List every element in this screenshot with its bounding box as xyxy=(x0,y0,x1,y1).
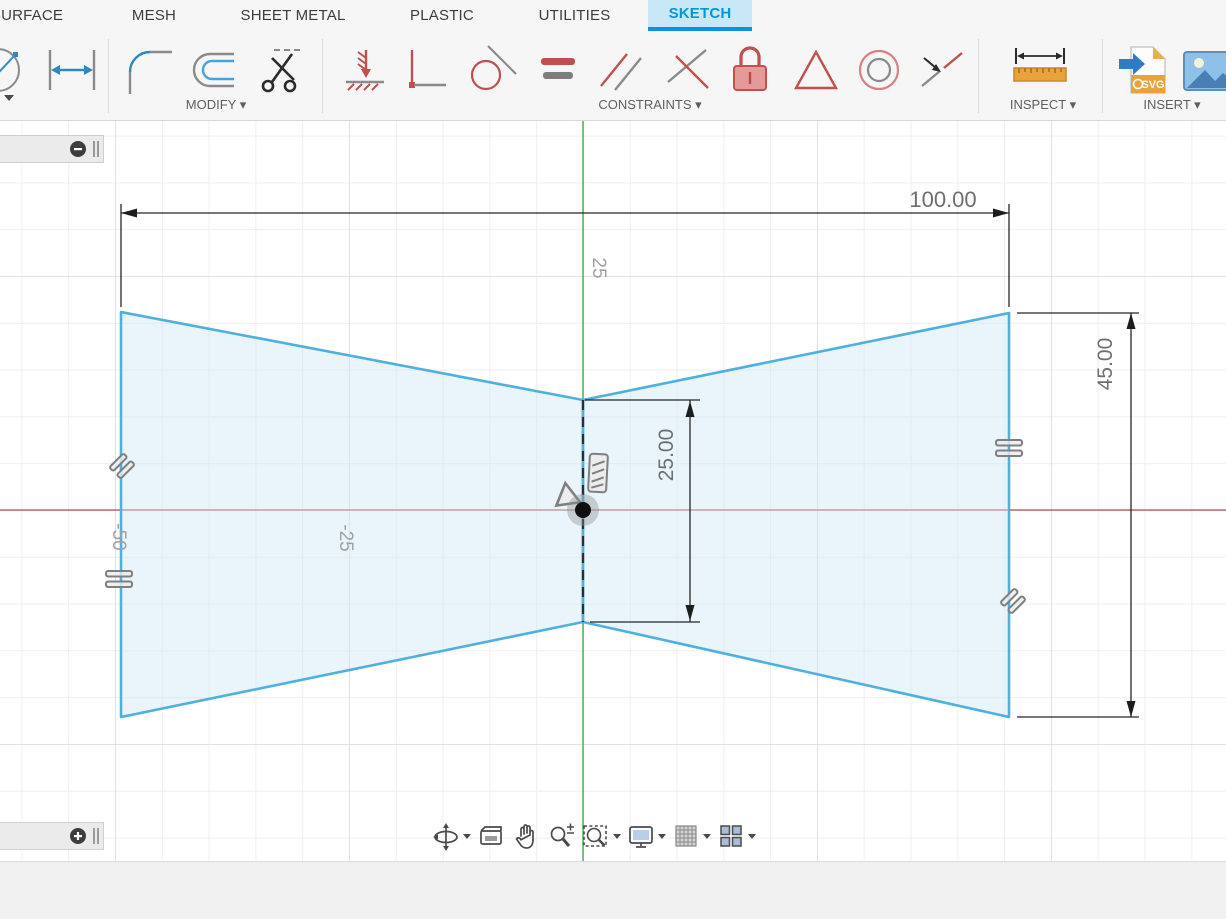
concentric-button[interactable] xyxy=(851,41,907,99)
sketch-profile[interactable] xyxy=(121,312,1009,717)
chevron-down-icon[interactable] xyxy=(613,834,621,839)
fillet-button[interactable] xyxy=(122,41,176,99)
viewports-button[interactable] xyxy=(715,820,757,852)
zoom-button[interactable] xyxy=(545,820,577,852)
perpendicular-icon xyxy=(658,44,716,96)
orbit-button[interactable] xyxy=(430,820,472,852)
coincident-icon xyxy=(340,44,390,96)
arrowhead xyxy=(121,209,137,218)
display-settings-icon xyxy=(626,821,656,851)
equal-button[interactable] xyxy=(533,41,583,99)
trim-button[interactable] xyxy=(252,41,308,99)
constraint-badge-collinear[interactable] xyxy=(588,454,608,493)
orbit-icon xyxy=(431,821,461,851)
bottom-panel-handle[interactable] xyxy=(0,822,104,850)
drag-handle[interactable] xyxy=(93,828,99,844)
circle-tool-icon xyxy=(0,44,38,96)
navigation-bar xyxy=(430,820,757,852)
offset-button[interactable] xyxy=(186,41,242,99)
sketch-dimension-icon xyxy=(44,44,100,96)
chevron-down-icon[interactable] xyxy=(748,834,756,839)
coincident-button[interactable] xyxy=(340,41,390,99)
dimension-label-waist[interactable]: 25.00 xyxy=(655,410,679,500)
dimension-height[interactable] xyxy=(1017,313,1139,717)
grid-label-xneg50: -50 xyxy=(107,512,129,562)
zoom-window-icon xyxy=(581,821,611,851)
measure-icon xyxy=(1008,44,1072,96)
drag-handle[interactable] xyxy=(93,141,99,157)
svg-text:SVG: SVG xyxy=(1141,79,1164,91)
tangent-button[interactable] xyxy=(462,41,520,99)
expand-icon[interactable] xyxy=(69,827,87,845)
tab-mesh[interactable]: MESH xyxy=(128,0,180,31)
ribbon: SURFACE MESH SHEET METAL PLASTIC UTILITI… xyxy=(0,0,1226,121)
insert-image-icon xyxy=(1183,44,1226,96)
circle-tool-button[interactable] xyxy=(0,41,38,99)
tab-surface[interactable]: SURFACE xyxy=(0,0,66,31)
profile-right[interactable] xyxy=(583,313,1009,717)
tab-sketch[interactable]: SKETCH xyxy=(648,0,752,31)
symmetry-button[interactable] xyxy=(916,41,968,99)
arrowhead xyxy=(1127,313,1136,329)
chevron-down-icon[interactable] xyxy=(703,834,711,839)
collapse-icon[interactable] xyxy=(69,140,87,158)
tab-utilities[interactable]: UTILITIES xyxy=(537,0,612,31)
grid-icon xyxy=(671,821,701,851)
look-at-icon xyxy=(476,821,506,851)
midpoint-button[interactable] xyxy=(788,41,844,99)
offset-icon xyxy=(186,44,242,96)
parallel-button[interactable] xyxy=(593,41,649,99)
insert-svg-button[interactable]: SVG xyxy=(1117,41,1171,99)
horizontal-vertical-button[interactable] xyxy=(398,41,450,99)
sketch-overlay xyxy=(0,0,1226,919)
origin-point[interactable] xyxy=(567,494,599,526)
grid-settings-button[interactable] xyxy=(670,820,712,852)
fusion-sketch-window: 100.00 45.00 25.00 25 -25 -50 xyxy=(0,0,1226,919)
dimension-label-width[interactable]: 100.00 xyxy=(897,187,989,213)
pan-icon xyxy=(511,821,541,851)
pan-button[interactable] xyxy=(510,820,542,852)
grid-label-xneg25: -25 xyxy=(334,513,356,563)
display-settings-button[interactable] xyxy=(625,820,667,852)
zoom-window-button[interactable] xyxy=(580,820,622,852)
insert-image-button[interactable] xyxy=(1183,41,1226,99)
concentric-icon xyxy=(851,44,907,96)
measure-button[interactable] xyxy=(1008,41,1072,99)
dimension-label-height[interactable]: 45.00 xyxy=(1094,319,1118,409)
inspect-group-label[interactable]: INSPECT ▾ xyxy=(1003,97,1083,113)
fix-lock-icon xyxy=(723,42,777,98)
constraints-group-label[interactable]: CONSTRAINTS ▾ xyxy=(585,97,715,113)
toolbar: MODIFY ▾ xyxy=(0,31,1226,121)
perpendicular-button[interactable] xyxy=(658,41,716,99)
zoom-icon xyxy=(546,821,576,851)
viewports-icon xyxy=(716,821,746,851)
trim-icon xyxy=(252,44,308,96)
modify-group-label[interactable]: MODIFY ▾ xyxy=(176,97,256,113)
chevron-down-icon[interactable] xyxy=(658,834,666,839)
midpoint-icon xyxy=(788,44,844,96)
look-at-button[interactable] xyxy=(475,820,507,852)
top-panel-handle[interactable] xyxy=(0,135,104,163)
tab-plastic[interactable]: PLASTIC xyxy=(406,0,478,31)
tab-sheet-metal[interactable]: SHEET METAL xyxy=(238,0,348,31)
arrowhead xyxy=(993,209,1009,218)
fillet-icon xyxy=(122,44,176,96)
insert-group-label[interactable]: INSERT ▾ xyxy=(1132,97,1212,113)
insert-svg-icon: SVG xyxy=(1117,43,1171,97)
arrowhead xyxy=(1127,701,1136,717)
symmetry-icon xyxy=(916,44,968,96)
grid-label-y25: 25 xyxy=(587,243,609,293)
equal-icon xyxy=(533,44,583,96)
sketch-dimension-button[interactable] xyxy=(44,41,100,99)
chevron-down-icon[interactable] xyxy=(463,834,471,839)
tab-bar: SURFACE MESH SHEET METAL PLASTIC UTILITI… xyxy=(0,0,1226,31)
timeline-strip xyxy=(0,861,1226,919)
fix-lock-button[interactable] xyxy=(723,41,777,99)
horizontal-vertical-icon xyxy=(398,44,450,96)
parallel-icon xyxy=(593,44,649,96)
dimension-width[interactable] xyxy=(121,204,1009,307)
tangent-icon xyxy=(462,44,520,96)
